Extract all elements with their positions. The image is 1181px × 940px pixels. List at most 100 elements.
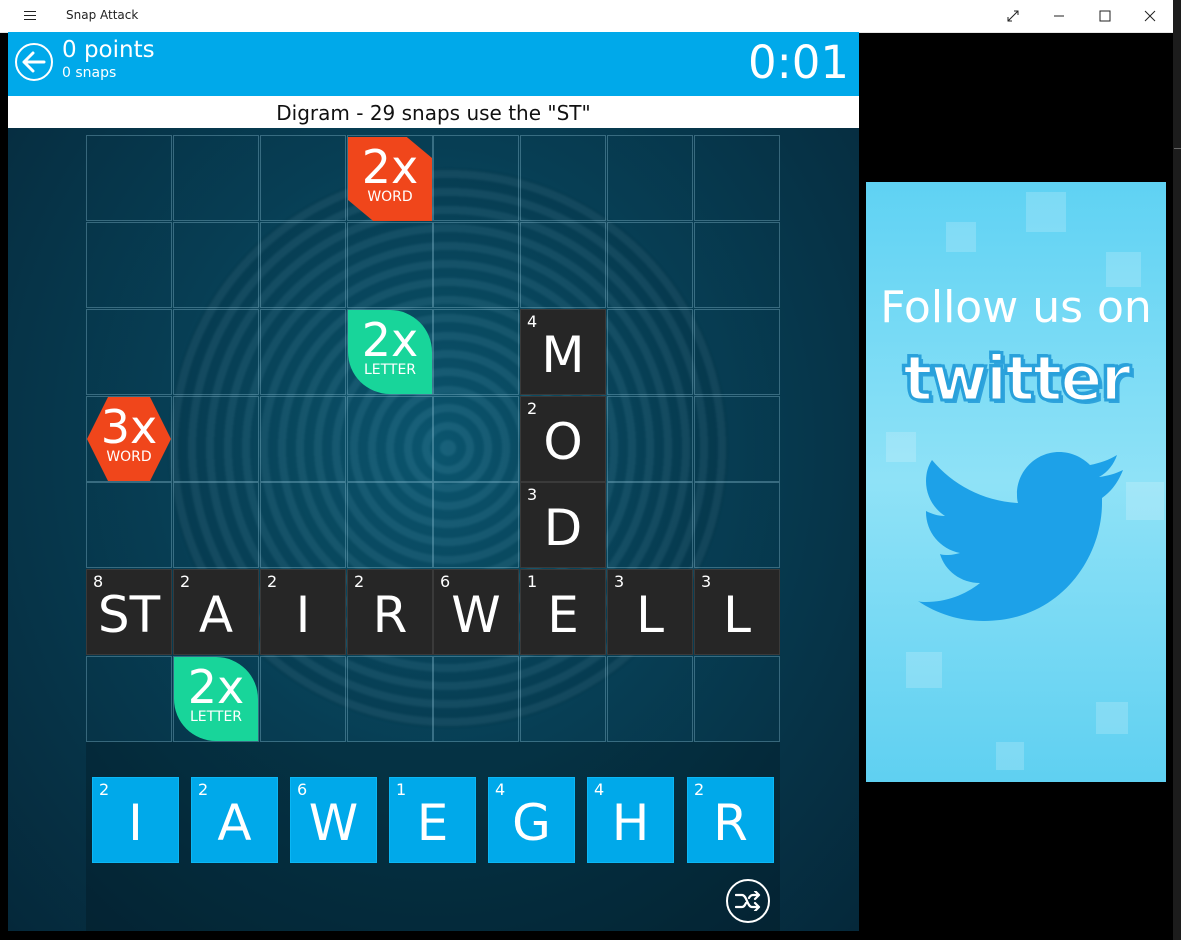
board-cell[interactable] — [694, 309, 780, 395]
board-cell[interactable] — [433, 135, 519, 221]
board-cell[interactable] — [173, 222, 259, 308]
rack-tile[interactable]: 4 H — [587, 777, 674, 863]
tile-letter: A — [217, 794, 252, 852]
board-cell[interactable] — [86, 222, 172, 308]
board-cell[interactable] — [173, 482, 259, 568]
board-tile: 4 M — [520, 309, 606, 395]
back-button[interactable] — [15, 43, 53, 81]
board-cell[interactable] — [260, 309, 346, 395]
rack-tile[interactable]: 4 G — [488, 777, 575, 863]
tile-letter: O — [543, 413, 583, 471]
board-tile: 1 E — [520, 569, 606, 655]
board-cell[interactable] — [694, 222, 780, 308]
tile-letter: I — [295, 586, 311, 644]
tile-letter: R — [713, 794, 748, 852]
close-icon[interactable] — [1127, 0, 1173, 32]
rack-tile[interactable]: 2 A — [191, 777, 278, 863]
game-header: 0 points 0 snaps 0:01 — [8, 32, 859, 96]
board-cell[interactable] — [86, 482, 172, 568]
board-cell[interactable] — [173, 396, 259, 482]
title-bar: Snap Attack — [0, 0, 1173, 33]
board-cell[interactable] — [607, 656, 693, 742]
restore-icon[interactable] — [990, 0, 1036, 32]
letter-rack: 2 I 2 A 6 W 1 E 4 G 4 H 2 R — [86, 742, 780, 932]
board-cell[interactable] — [260, 135, 346, 221]
shuffle-icon — [735, 891, 761, 911]
app-window: Snap Attack 0 points 0 snaps 0:01 Digram… — [0, 0, 1181, 940]
twitter-bird-icon — [918, 452, 1123, 621]
board-cell[interactable] — [86, 656, 172, 742]
rack-tile[interactable]: 1 E — [389, 777, 476, 863]
tile-letter: L — [723, 586, 751, 644]
bonus-multiplier: 2x — [361, 140, 419, 194]
board-cell[interactable] — [607, 135, 693, 221]
board-cell[interactable] — [433, 656, 519, 742]
board-cell[interactable] — [607, 482, 693, 568]
board-tile: 6 W — [433, 569, 519, 655]
bonus-kind: WORD — [106, 449, 152, 465]
twitter-ad-banner[interactable]: Follow us on twitter — [866, 182, 1166, 782]
board-cell[interactable] — [260, 396, 346, 482]
board-cell[interactable] — [433, 309, 519, 395]
tile-letter: ST — [97, 586, 161, 644]
bonus-multiplier: 2x — [361, 313, 419, 367]
board-cell[interactable] — [694, 482, 780, 568]
tile-letter: W — [308, 794, 359, 852]
tile-letter: G — [512, 794, 551, 852]
board-cell[interactable] — [607, 396, 693, 482]
double-letter-bonus: 2x LETTER — [174, 657, 258, 741]
ad-follow-text: Follow us on — [880, 282, 1152, 333]
edge-divider — [1174, 148, 1181, 149]
double-word-bonus: 2x WORD — [348, 137, 432, 221]
board-cell[interactable] — [86, 309, 172, 395]
board-cell[interactable] — [260, 656, 346, 742]
board-cell[interactable] — [347, 396, 433, 482]
board-cell[interactable] — [520, 222, 606, 308]
tile-letter: R — [372, 586, 408, 644]
back-arrow-icon — [22, 51, 46, 73]
hamburger-menu-icon[interactable] — [18, 8, 44, 24]
board-cell[interactable] — [433, 396, 519, 482]
board-cell[interactable] — [433, 222, 519, 308]
board-cell[interactable] — [260, 482, 346, 568]
board-tile: 2 I — [260, 569, 346, 655]
app-title: Snap Attack — [66, 8, 139, 22]
board-cell[interactable] — [520, 135, 606, 221]
board-cell[interactable] — [347, 656, 433, 742]
double-letter-bonus: 2x LETTER — [348, 310, 432, 394]
board-cell[interactable] — [347, 482, 433, 568]
minimize-icon[interactable] — [1036, 0, 1082, 32]
rack-tile[interactable]: 2 I — [92, 777, 179, 863]
board-tile: 3 D — [520, 482, 606, 568]
hint-bar: Digram - 29 snaps use the "ST" — [8, 96, 859, 128]
shuffle-button[interactable] — [726, 879, 770, 923]
board-cell[interactable] — [173, 309, 259, 395]
tile-letter: I — [128, 794, 143, 852]
board-cell[interactable] — [520, 656, 606, 742]
bonus-multiplier: 2x — [187, 660, 245, 714]
board-tile: 2 R — [347, 569, 433, 655]
maximize-icon[interactable] — [1082, 0, 1128, 32]
board-cell[interactable] — [694, 135, 780, 221]
board-cell[interactable] — [694, 396, 780, 482]
bonus-kind: LETTER — [363, 362, 417, 378]
points-label: 0 points — [62, 37, 155, 63]
game-board[interactable]: 2x WORD 2x LETTER 3x WORD 2x LETTER 4 M … — [86, 135, 780, 742]
board-cell[interactable] — [694, 656, 780, 742]
board-cell[interactable] — [607, 222, 693, 308]
board-tile: 8 ST — [86, 569, 172, 655]
board-cell[interactable] — [260, 222, 346, 308]
tile-letter: W — [451, 586, 501, 644]
board-cell[interactable] — [607, 309, 693, 395]
rack-tile[interactable]: 6 W — [290, 777, 377, 863]
board-cell[interactable] — [347, 222, 433, 308]
board-cell[interactable] — [86, 135, 172, 221]
board-cell[interactable] — [173, 135, 259, 221]
board-cell[interactable] — [433, 482, 519, 568]
tile-letter: L — [636, 586, 664, 644]
timer: 0:01 — [747, 36, 849, 89]
rack-tile[interactable]: 2 R — [687, 777, 774, 863]
bonus-kind: LETTER — [189, 709, 243, 725]
snaps-label: 0 snaps — [62, 65, 117, 81]
tile-letter: M — [541, 326, 585, 384]
